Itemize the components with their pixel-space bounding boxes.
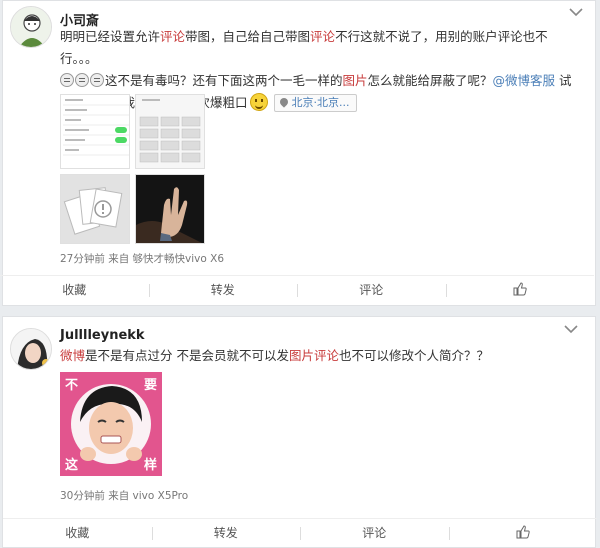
mention-link[interactable]: @微博客服 bbox=[493, 73, 556, 88]
like-button[interactable] bbox=[445, 276, 595, 305]
location-tag[interactable]: 北京·北京... bbox=[273, 94, 357, 112]
grimace-emoji-icon bbox=[75, 73, 89, 87]
repost-button[interactable]: 转发 bbox=[148, 276, 298, 305]
settings-screenshot-image bbox=[61, 95, 129, 168]
favorite-button[interactable]: 收藏 bbox=[0, 276, 149, 305]
username[interactable]: Julllleynekk bbox=[60, 328, 145, 343]
image-thumbnail[interactable] bbox=[135, 94, 205, 169]
post-text: 微博是不是有点过分 不是会员就不可以发图片评论也不可以修改个人简介？？ bbox=[60, 348, 490, 363]
thumbs-up-icon bbox=[513, 282, 527, 296]
comment-button[interactable]: 评论 bbox=[300, 519, 449, 548]
chevron-down-icon[interactable] bbox=[563, 323, 579, 335]
comment-button[interactable]: 评论 bbox=[297, 276, 446, 305]
action-bar: 收藏 转发 评论 bbox=[3, 518, 597, 548]
grimace-emoji-icon bbox=[60, 73, 74, 87]
broken-image-placeholder bbox=[61, 175, 129, 243]
sticker-image[interactable]: 不 要 这 样 bbox=[60, 372, 162, 476]
repost-button[interactable]: 转发 bbox=[151, 519, 301, 548]
post-meta: 30分钟前 来自 vivo X5Pro bbox=[60, 490, 189, 502]
avatar-icon bbox=[11, 329, 51, 369]
image-thumbnail[interactable] bbox=[60, 174, 130, 244]
like-button[interactable] bbox=[448, 519, 598, 548]
thumbs-up-icon bbox=[516, 525, 530, 539]
keyboard-screenshot-image bbox=[136, 95, 204, 168]
image-thumbnail[interactable] bbox=[135, 174, 205, 244]
smile-emoji-icon bbox=[249, 93, 268, 111]
favorite-button[interactable]: 收藏 bbox=[3, 519, 152, 548]
action-bar: 收藏 转发 评论 bbox=[0, 275, 594, 305]
location-pin-icon bbox=[277, 96, 290, 108]
grimace-emoji-icon bbox=[90, 73, 104, 87]
avatar[interactable] bbox=[10, 328, 52, 370]
avatar-icon bbox=[11, 7, 51, 47]
avatar[interactable] bbox=[10, 6, 52, 48]
chevron-down-icon[interactable] bbox=[568, 6, 584, 18]
post-meta: 27分钟前 来自 够快才畅快vivo X6 bbox=[60, 253, 225, 265]
hand-gesture-photo bbox=[136, 175, 204, 243]
image-thumbnail[interactable] bbox=[60, 94, 130, 169]
